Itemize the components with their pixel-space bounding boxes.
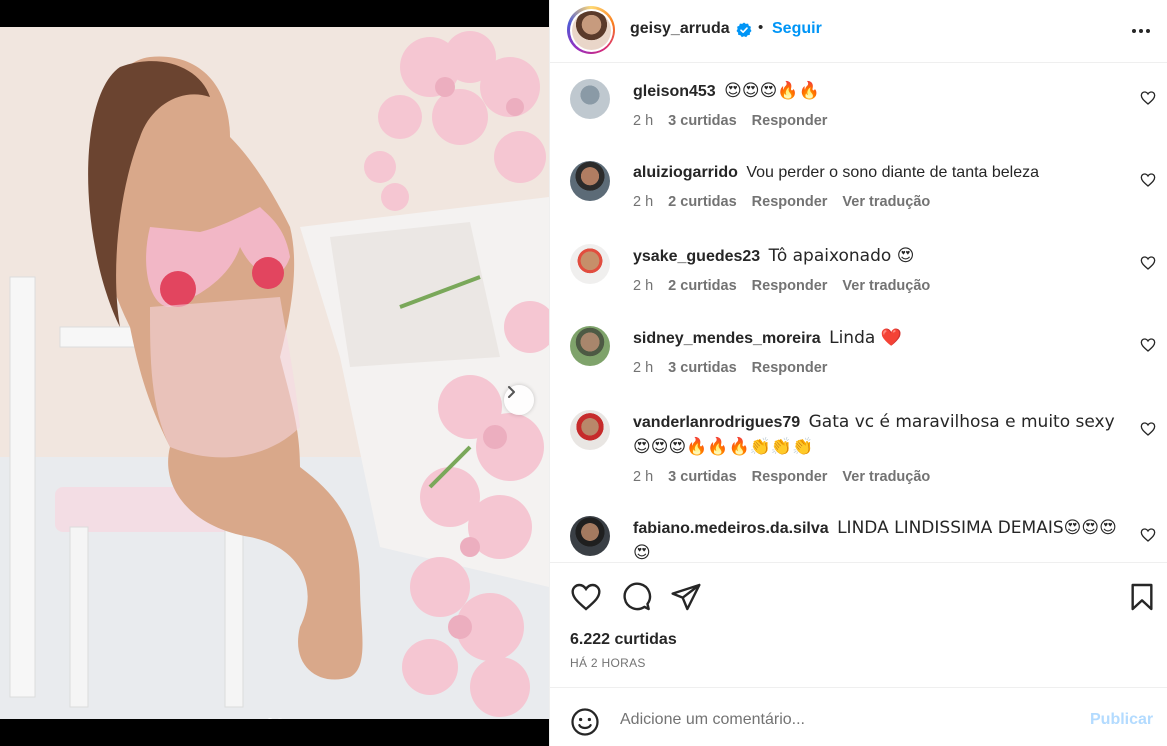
header-separator: •: [758, 19, 764, 36]
instagram-post-modal: geisy_arruda • Seguir gleison453 😍😍😍🔥🔥 2: [0, 0, 1167, 746]
comment-likes[interactable]: 2 curtidas: [668, 193, 737, 211]
commenter-avatar[interactable]: [570, 516, 610, 556]
comment-username[interactable]: fabiano.medeiros.da.silva: [633, 520, 829, 537]
heart-icon[interactable]: [1140, 90, 1156, 106]
comment-body: ysake_guedes23 Tô apaixonado 😍 2 h 2 cur…: [633, 244, 1123, 295]
media-panel: [0, 0, 549, 746]
post-timestamp[interactable]: HÁ 2 HORAS: [570, 656, 646, 670]
more-icon[interactable]: [1130, 20, 1152, 42]
like-heart-icon[interactable]: [570, 581, 602, 613]
post-details-panel: geisy_arruda • Seguir gleison453 😍😍😍🔥🔥 2: [549, 0, 1167, 746]
comment-username[interactable]: ysake_guedes23: [633, 248, 760, 265]
post-actions: [550, 562, 1167, 626]
heart-icon[interactable]: [1140, 421, 1156, 437]
comment-username[interactable]: gleison453: [633, 83, 716, 100]
comment-likes[interactable]: 2 curtidas: [668, 277, 737, 295]
translate-button[interactable]: Ver tradução: [842, 193, 930, 211]
comment-likes[interactable]: 3 curtidas: [668, 112, 737, 130]
publish-button[interactable]: Publicar: [1090, 711, 1153, 729]
reply-button[interactable]: Responder: [752, 359, 828, 377]
comment-body: gleison453 😍😍😍🔥🔥 2 h 3 curtidas Responde…: [633, 79, 1123, 130]
carousel-indicator: [0, 718, 549, 719]
comment-time[interactable]: 2 h: [633, 468, 653, 486]
comment-meta: 2 h 2 curtidas Responder Ver tradução: [633, 277, 1123, 295]
comment-body: fabiano.medeiros.da.silva LINDA LINDISSI…: [633, 516, 1123, 563]
comment-composer: Publicar: [550, 687, 1167, 746]
comment-time[interactable]: 2 h: [633, 112, 653, 130]
emoji-icon[interactable]: [570, 707, 600, 737]
comments-list[interactable]: gleison453 😍😍😍🔥🔥 2 h 3 curtidas Responde…: [550, 69, 1167, 563]
comment-meta: 2 h 2 curtidas Responder Ver tradução: [633, 193, 1123, 211]
comment-input[interactable]: [620, 706, 1070, 734]
commenter-avatar[interactable]: [570, 326, 610, 366]
chevron-right-icon: [508, 386, 515, 398]
comment-username[interactable]: vanderlanrodrigues79: [633, 414, 800, 431]
author-username[interactable]: geisy_arruda: [630, 20, 730, 38]
author-avatar[interactable]: [567, 6, 615, 54]
comment-text: Tô apaixonado 😍: [768, 246, 915, 266]
comment-time[interactable]: 2 h: [633, 359, 653, 377]
translate-button[interactable]: Ver tradução: [842, 277, 930, 295]
reply-button[interactable]: Responder: [752, 277, 828, 295]
carousel-dot-2: [276, 718, 283, 719]
post-photo[interactable]: [0, 27, 549, 719]
comment-body: aluiziogarrido Vou perder o sono diante …: [633, 161, 1123, 211]
commenter-avatar[interactable]: [570, 79, 610, 119]
comment-meta: 2 h 3 curtidas Responder: [633, 359, 1123, 377]
reply-button[interactable]: Responder: [752, 193, 828, 211]
author-avatar-frame: [569, 8, 613, 52]
comment-icon[interactable]: [620, 581, 652, 613]
comment-text: 😍😍😍🔥🔥: [724, 81, 820, 101]
heart-icon[interactable]: [1140, 255, 1156, 271]
heart-icon[interactable]: [1140, 172, 1156, 188]
post-header: geisy_arruda • Seguir: [550, 0, 1167, 63]
comment-body: vanderlanrodrigues79 Gata vc é maravilho…: [633, 410, 1123, 486]
verified-icon: [736, 22, 752, 38]
heart-icon[interactable]: [1140, 527, 1156, 543]
bookmark-icon[interactable]: [1126, 581, 1158, 613]
share-icon[interactable]: [670, 581, 702, 613]
comment-likes[interactable]: 3 curtidas: [668, 359, 737, 377]
commenter-avatar[interactable]: [570, 161, 610, 201]
comment-time[interactable]: 2 h: [633, 277, 653, 295]
commenter-avatar[interactable]: [570, 410, 610, 450]
follow-button[interactable]: Seguir: [772, 20, 822, 38]
comment-time[interactable]: 2 h: [633, 193, 653, 211]
comment-username[interactable]: aluiziogarrido: [633, 164, 738, 181]
next-image-button[interactable]: [504, 385, 534, 415]
comment-username[interactable]: sidney_mendes_moreira: [633, 330, 821, 347]
comment-meta: 2 h 3 curtidas Responder Ver tradução: [633, 468, 1123, 486]
carousel-dot-1: [266, 718, 273, 719]
comment-meta: 2 h 3 curtidas Responder: [633, 112, 1123, 130]
commenter-avatar[interactable]: [570, 244, 610, 284]
translate-button[interactable]: Ver tradução: [842, 468, 930, 486]
heart-icon[interactable]: [1140, 337, 1156, 353]
comment-likes[interactable]: 3 curtidas: [668, 468, 737, 486]
reply-button[interactable]: Responder: [752, 112, 828, 130]
post-photo-illustration: [0, 27, 549, 719]
comment-text: Vou perder o sono diante de tanta beleza: [746, 164, 1040, 181]
comment-text: Linda ❤️: [829, 328, 902, 348]
reply-button[interactable]: Responder: [752, 468, 828, 486]
likes-count[interactable]: 6.222 curtidas: [570, 631, 677, 649]
comment-body: sidney_mendes_moreira Linda ❤️ 2 h 3 cur…: [633, 326, 1123, 377]
author-avatar-image: [571, 10, 611, 50]
